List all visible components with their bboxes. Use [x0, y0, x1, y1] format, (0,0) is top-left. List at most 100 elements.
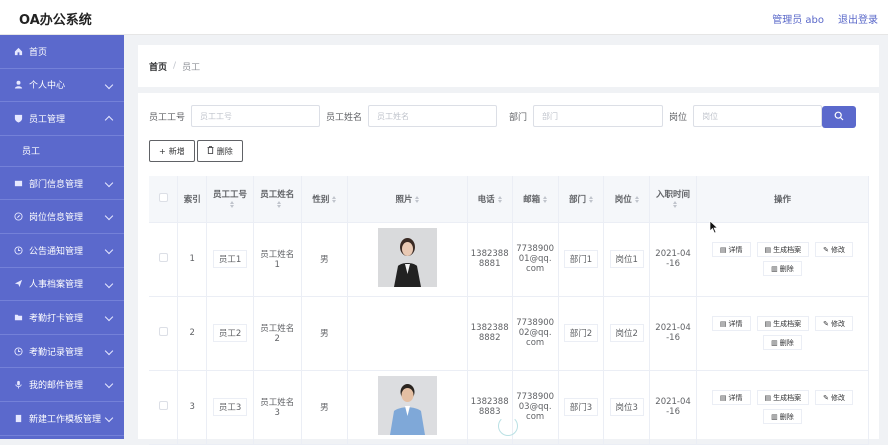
sidebar-item-hr-archive[interactable]: 人事档案管理: [0, 268, 124, 302]
detail-button[interactable]: ▤详情: [712, 390, 751, 405]
col-email[interactable]: 邮箱: [512, 176, 558, 222]
sidebar-item-label: 新建工作模板管理: [29, 412, 101, 425]
checkbox[interactable]: [159, 401, 168, 410]
row-delete-button[interactable]: ▥删除: [763, 261, 802, 276]
cell-photo: [348, 296, 467, 370]
row-checkbox-cell[interactable]: [149, 296, 178, 370]
sort-icon[interactable]: [230, 201, 234, 208]
row-checkbox-cell[interactable]: [149, 222, 178, 296]
email-line2: 03@qq.: [519, 402, 552, 412]
col-emp-name-label: 员工姓名: [260, 190, 294, 200]
emp-name-input[interactable]: 员工姓名: [368, 105, 497, 127]
cell-ops: ▤详情 ▤生成档案 ✎修改 ▥删除: [696, 296, 868, 370]
archive-button[interactable]: ▤生成档案: [757, 390, 810, 405]
sidebar-item-employee-mgmt[interactable]: 员工管理: [0, 102, 124, 136]
sort-icon[interactable]: [543, 196, 547, 203]
row-delete-button[interactable]: ▥删除: [763, 335, 802, 350]
row-delete-button-label: 删除: [780, 338, 794, 348]
edit-button[interactable]: ✎修改: [815, 390, 853, 405]
sidebar-item-mail[interactable]: 我的邮件管理: [0, 368, 124, 402]
table-row: 1员工1员工姓名1男13823888881773890001@qq.com部门1…: [149, 222, 869, 296]
sidebar-item-label: 公告通知管理: [29, 244, 83, 257]
cell-email: 773890002@qq.com: [512, 296, 558, 370]
trash-icon: ▥: [771, 265, 778, 273]
sidebar-item-attendance-record[interactable]: 考勤记录管理: [0, 335, 124, 369]
sidebar-item-post[interactable]: 岗位信息管理: [0, 200, 124, 234]
cell-gender: 男: [301, 222, 348, 296]
cell-post: 岗位2: [604, 296, 650, 370]
emp-no-input[interactable]: 员工工号: [191, 105, 320, 127]
archive-button[interactable]: ▤生成档案: [757, 316, 810, 331]
archive-button-label: 生成档案: [773, 393, 801, 403]
search-form: 员工工号 员工工号 员工姓名 员工姓名 部门 部门 岗位 岗位: [149, 105, 822, 127]
sort-icon[interactable]: [332, 196, 336, 203]
sidebar-item-dept[interactable]: 部门信息管理: [0, 167, 124, 201]
cell-dept: 部门2: [558, 296, 604, 370]
edit-button-label: 修改: [831, 319, 845, 329]
emp-no-tag: 员工3: [213, 398, 247, 416]
chevron-down-icon: [105, 179, 113, 187]
email-line1: 7738900: [516, 244, 554, 254]
dept-tag: 部门2: [564, 324, 598, 342]
col-emp-name[interactable]: 员工姓名: [253, 176, 301, 222]
sidebar-item-label: 员工管理: [29, 112, 65, 125]
search-button[interactable]: [822, 106, 856, 128]
dept-input[interactable]: 部门: [533, 105, 663, 127]
detail-button-label: 详情: [729, 245, 743, 255]
select-all-checkbox[interactable]: [149, 176, 178, 222]
detail-button-label: 详情: [729, 393, 743, 403]
emp-name-line1: 员工姓名: [260, 324, 294, 334]
col-post[interactable]: 岗位: [604, 176, 650, 222]
detail-button[interactable]: ▤详情: [712, 316, 751, 331]
col-photo[interactable]: 照片: [348, 176, 467, 222]
row-delete-button[interactable]: ▥删除: [763, 409, 802, 424]
sidebar-item-work-template[interactable]: 新建工作模板管理: [0, 402, 124, 436]
col-emp-no[interactable]: 员工工号: [207, 176, 254, 222]
doc-icon: ▤: [765, 394, 772, 402]
col-join-date[interactable]: 入职时间: [650, 176, 697, 222]
cell-post: 岗位1: [604, 222, 650, 296]
edit-button[interactable]: ✎修改: [815, 316, 853, 331]
add-button[interactable]: + 新增: [149, 140, 195, 162]
sidebar-subitem-employee[interactable]: 员工: [0, 136, 124, 167]
breadcrumb-home[interactable]: 首页: [149, 60, 167, 73]
sort-icon[interactable]: [277, 201, 281, 208]
delete-button[interactable]: 删除: [197, 140, 243, 162]
logout-link[interactable]: 退出登录: [838, 11, 878, 26]
sort-icon[interactable]: [589, 196, 593, 203]
col-gender[interactable]: 性别: [301, 176, 348, 222]
col-phone[interactable]: 电话: [467, 176, 512, 222]
add-button-label: 新增: [169, 146, 185, 157]
archive-button[interactable]: ▤生成档案: [757, 242, 810, 257]
checkbox[interactable]: [159, 327, 168, 336]
sidebar-item-home[interactable]: 首页: [0, 35, 124, 69]
sort-icon[interactable]: [415, 196, 419, 203]
checkbox[interactable]: [159, 193, 168, 202]
col-dept[interactable]: 部门: [558, 176, 604, 222]
sidebar-item-attendance-checkin[interactable]: 考勤打卡管理: [0, 301, 124, 335]
trash-icon: ▥: [771, 413, 778, 421]
post-tag: 岗位3: [610, 398, 644, 416]
sort-icon[interactable]: [673, 201, 677, 208]
sidebar-item-notice[interactable]: 公告通知管理: [0, 234, 124, 268]
emp-name-line2: 1: [275, 260, 280, 270]
sidebar-item-personal[interactable]: 个人中心: [0, 69, 124, 103]
dept-tag: 部门1: [564, 250, 598, 268]
detail-button[interactable]: ▤详情: [712, 242, 751, 257]
post-input[interactable]: 岗位: [693, 105, 822, 127]
edit-button[interactable]: ✎修改: [815, 242, 853, 257]
sort-icon[interactable]: [635, 196, 639, 203]
admin-user[interactable]: 管理员 abo: [772, 11, 824, 26]
email-line1: 7738900: [516, 392, 554, 402]
user-icon: [13, 79, 24, 90]
doc-icon: ▤: [720, 320, 727, 328]
col-phone-label: 电话: [478, 195, 495, 205]
join-date-line1: 2021-04: [655, 397, 691, 407]
sidebar-item-label: 我的邮件管理: [29, 378, 83, 391]
dept-label: 部门: [509, 110, 527, 123]
row-checkbox-cell[interactable]: [149, 370, 178, 444]
chevron-up-icon: [105, 116, 113, 124]
emp-name-line1: 员工姓名: [260, 250, 294, 260]
checkbox[interactable]: [159, 253, 168, 262]
sort-icon[interactable]: [498, 196, 502, 203]
